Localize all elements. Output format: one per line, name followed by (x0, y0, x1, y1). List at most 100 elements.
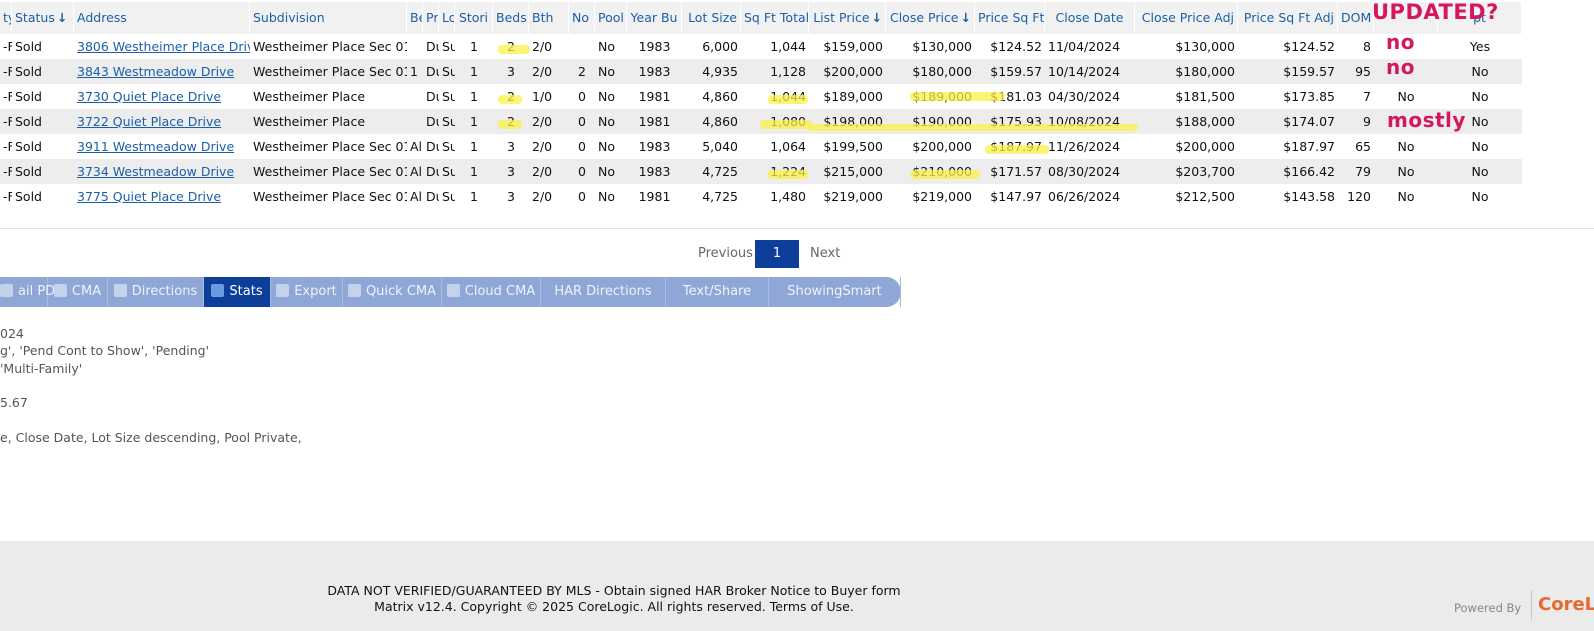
sort-down-icon[interactable]: ↓ (961, 10, 971, 25)
column-header-label: Bth (532, 10, 554, 25)
table-cell: $174.07 (1283, 114, 1335, 129)
column-header[interactable]: Pool (595, 2, 627, 34)
bar-chart-icon (211, 284, 225, 297)
table-row[interactable]: -F Sold 3730 Quiet Place Drive Westheimer P… (0, 84, 1522, 109)
table-cell: Du (426, 39, 439, 54)
column-header[interactable]: Close Price ↓ (886, 2, 975, 34)
column-header[interactable]: Price Sq Ft Adj (1238, 2, 1338, 34)
table-cell: $189,000 (823, 89, 883, 104)
address-link[interactable]: 3806 Westheimer Place Drive (77, 39, 250, 54)
column-header[interactable]: Beds (493, 2, 529, 34)
table-cell: 79 (1355, 164, 1371, 179)
table-cell: Westheimer Place (253, 89, 366, 104)
column-header[interactable]: Sq Ft Total (741, 2, 809, 34)
column-header-label: Address (77, 10, 127, 25)
toolbar-button-cma[interactable]: CMA (48, 277, 108, 307)
column-header-label: Subdivision (253, 10, 325, 25)
results-table: tyStatus↓Address Subdivision BePrLoStoriBe… (0, 0, 1522, 210)
address-link[interactable]: 3734 Westmeadow Drive (77, 164, 234, 179)
table-cell: 1981 (638, 89, 671, 104)
column-header-label: List Price (813, 10, 870, 25)
table-row[interactable]: -F Sold 3734 Westmeadow Drive Westheimer Pl… (0, 159, 1522, 184)
table-row[interactable]: -F Sold 3806 Westheimer Place Drive Westhei… (0, 34, 1522, 59)
address-link[interactable]: 3843 Westmeadow Drive (77, 64, 234, 79)
column-header[interactable]: Stori (455, 2, 493, 34)
pdf-icon (0, 284, 13, 297)
table-cell: Westheimer Place (253, 114, 366, 129)
table-cell: Westheimer Place Sec 01 (253, 164, 407, 179)
column-header[interactable]: Pr (423, 2, 439, 34)
column-header[interactable]: DOM (1338, 2, 1374, 34)
table-cell: Sold (15, 164, 42, 179)
column-header[interactable]: ty (0, 2, 12, 34)
column-header[interactable]: Address (74, 2, 250, 34)
column-header-label: Price Sq Ft Adj (1243, 10, 1334, 25)
address-link[interactable]: 3730 Quiet Place Drive (77, 89, 221, 104)
export-icon (276, 284, 290, 297)
column-header[interactable]: Subdivision (250, 2, 407, 34)
column-header-label: Beds (496, 10, 527, 25)
previous-page-link[interactable]: Previous (698, 240, 753, 268)
action-toolbar: ail PDF CMA Directions Stats Export Quick CMA… (0, 277, 901, 307)
address-link[interactable]: 3911 Westmeadow Drive (77, 139, 234, 154)
sort-down-icon[interactable]: ↓ (872, 10, 882, 25)
toolbar-button-label: Text/Share (682, 284, 752, 299)
table-cell: No (598, 139, 615, 154)
table-cell: 1981 (638, 114, 671, 129)
table-cell: 06/26/2024 (1048, 189, 1121, 204)
table-cell: 1 (410, 64, 418, 79)
toolbar-button-text-share[interactable]: Text/Share (666, 277, 769, 307)
table-cell: 3775 Quiet Place Drive (74, 184, 250, 209)
column-header[interactable]: Close Price Adj (1135, 2, 1238, 34)
address-link[interactable]: 3775 Quiet Place Drive (77, 189, 221, 204)
table-cell: Sold (15, 39, 42, 54)
column-header[interactable]: Bth (529, 2, 569, 34)
document-icon (53, 284, 67, 297)
next-page-link[interactable]: Next (810, 240, 840, 268)
table-cell: Westheimer Place Sec 01 (253, 39, 407, 54)
table-cell: 11/26/2024 (1048, 139, 1121, 154)
address-link[interactable]: 3722 Quiet Place Drive (77, 114, 221, 129)
toolbar-button-quick-cma[interactable]: Quick CMA (343, 277, 442, 307)
toolbar-button-directions[interactable]: Directions (108, 277, 204, 307)
table-cell: $187.97 (1283, 139, 1335, 154)
table-row[interactable]: -F Sold 3911 Westmeadow Drive Westheimer Pl… (0, 134, 1522, 159)
table-cell: 2/0 (532, 189, 553, 204)
current-page-button[interactable]: 1 (755, 240, 799, 268)
table-cell: 1 (470, 189, 478, 204)
column-header[interactable]: Year Bu (627, 2, 682, 34)
column-header[interactable]: Lo (439, 2, 455, 34)
column-header[interactable]: Status ↓ (12, 2, 74, 34)
sort-down-icon[interactable]: ↓ (57, 10, 67, 25)
column-header-label: Pool (598, 10, 624, 25)
toolbar-button-stats[interactable]: Stats (204, 277, 271, 307)
toolbar-button-showingsmart[interactable]: ShowingSmart (769, 277, 901, 307)
toolbar-button-export[interactable]: Export (271, 277, 343, 307)
toolbar-button-ail-pdf[interactable]: ail PDF (0, 277, 63, 307)
table-row[interactable]: -F Sold 3775 Quiet Place Drive Westheimer P… (0, 184, 1522, 209)
highlight-mark (910, 170, 980, 179)
table-cell: Sold (15, 114, 42, 129)
footer-copyright[interactable]: Matrix v12.4. Copyright © 2025 CoreLogic… (0, 599, 1411, 614)
table-cell: Su (442, 189, 455, 204)
table-cell (569, 34, 595, 59)
table-cell: Sold (15, 139, 42, 154)
column-header[interactable]: No ( (569, 2, 595, 34)
toolbar-button-har-directions[interactable]: HAR Directions (541, 277, 666, 307)
column-header[interactable]: Lot Size (682, 2, 741, 34)
column-header-label: Close Date (1055, 10, 1124, 25)
toolbar-button-cloud-cma[interactable]: Cloud CMA (442, 277, 541, 307)
table-cell: $159,000 (823, 39, 883, 54)
table-cell: 0 (578, 114, 586, 129)
column-header[interactable]: Price Sq Ft (975, 2, 1045, 34)
table-cell: $147.97 (990, 189, 1042, 204)
table-cell: 2/0 (532, 64, 553, 79)
corelogic-logo: CoreLogic (1531, 590, 1594, 620)
column-header[interactable]: List Price ↓ (809, 2, 886, 34)
column-header[interactable]: Close Date (1045, 2, 1135, 34)
column-header[interactable]: Be (407, 2, 423, 34)
table-cell: -F (3, 89, 12, 104)
highlight-mark (498, 120, 522, 129)
table-cell: No (1471, 64, 1489, 79)
table-row[interactable]: -F Sold 3843 Westmeadow Drive Westheimer Pl… (0, 59, 1522, 84)
